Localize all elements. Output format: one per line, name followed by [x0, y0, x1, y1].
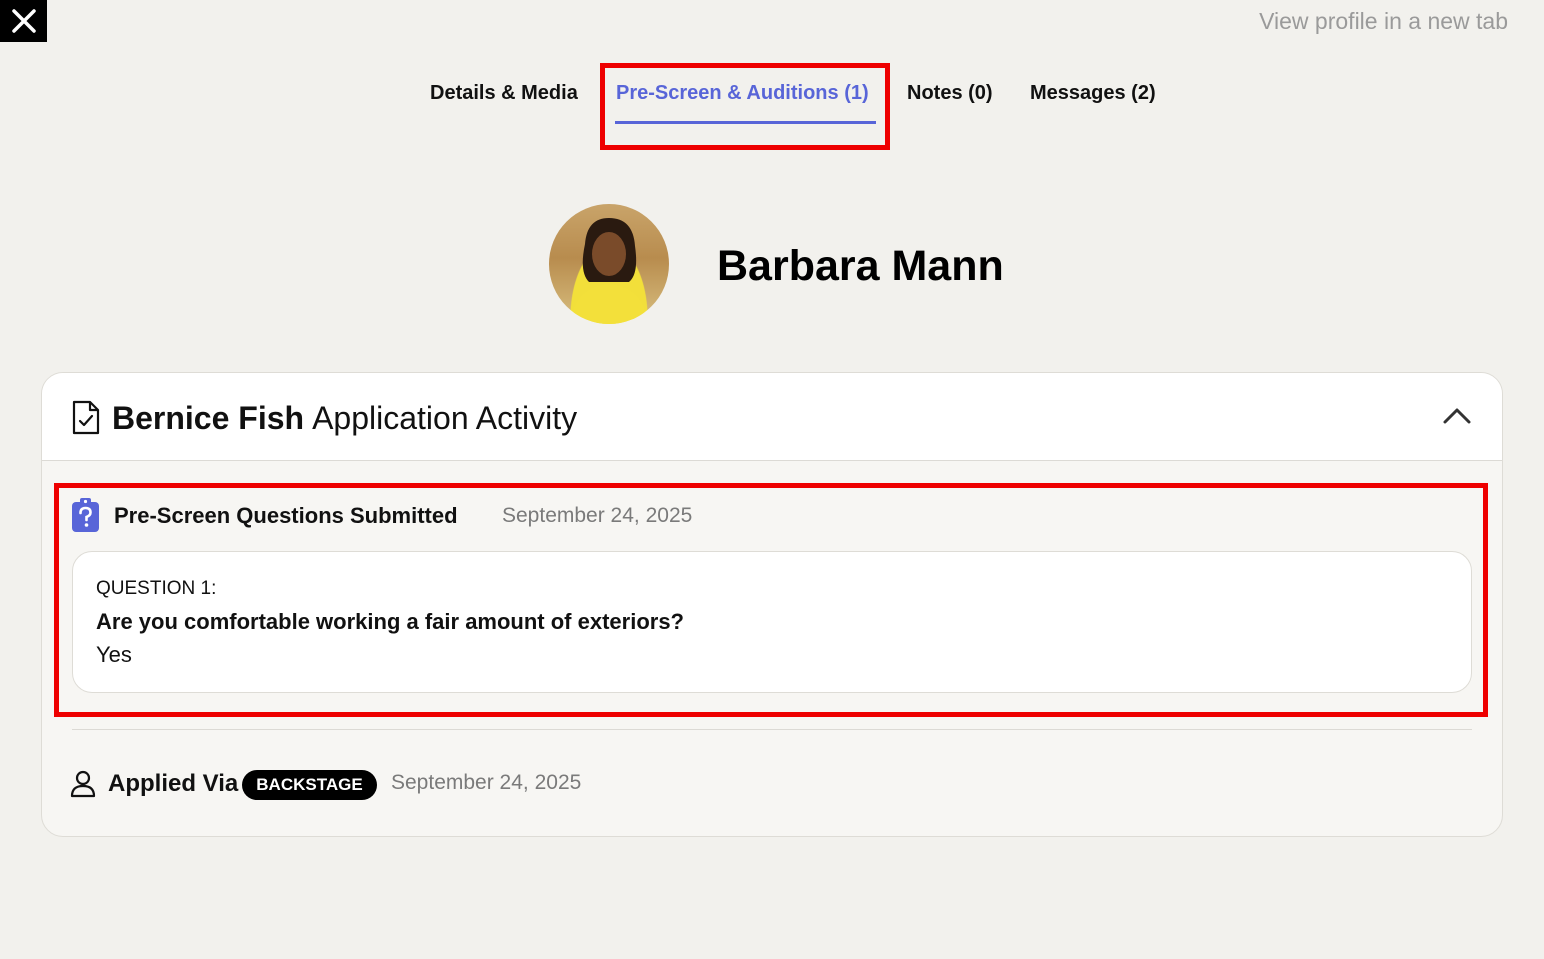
- close-button[interactable]: [0, 0, 47, 42]
- question-text: Are you comfortable working a fair amoun…: [96, 609, 684, 634]
- source-badge: BACKSTAGE: [242, 770, 377, 800]
- divider: [72, 729, 1472, 730]
- applied-date: September 24, 2025: [391, 771, 582, 794]
- applied-via-label: Applied Via: [108, 770, 239, 797]
- view-profile-link[interactable]: View profile in a new tab: [1259, 8, 1508, 35]
- close-icon: [11, 9, 36, 33]
- question-card: QUESTION 1: Are you comfortable working …: [72, 551, 1472, 693]
- question-label: QUESTION 1:: [96, 578, 217, 599]
- person-icon: [70, 770, 96, 798]
- prescreen-title: Pre-Screen Questions Submitted: [114, 503, 458, 528]
- tab-highlight-box: [600, 63, 890, 150]
- profile-name: Barbara Mann: [717, 242, 1004, 290]
- document-check-icon: [72, 400, 100, 435]
- chevron-up-icon[interactable]: [1442, 405, 1472, 425]
- avatar: [549, 204, 669, 324]
- clipboard-question-icon: [72, 498, 99, 532]
- card-subtitle: Application Activity: [312, 400, 578, 436]
- card-title: Bernice Fish Application Activity: [112, 400, 577, 437]
- card-header[interactable]: Bernice Fish Application Activity: [42, 373, 1502, 461]
- applicant-name: Bernice Fish: [112, 400, 305, 436]
- tab-details-media[interactable]: Details & Media: [430, 82, 578, 105]
- prescreen-date: September 24, 2025: [502, 504, 693, 527]
- tab-messages[interactable]: Messages (2): [1030, 82, 1156, 105]
- question-answer: Yes: [96, 642, 132, 667]
- tab-notes[interactable]: Notes (0): [907, 82, 993, 105]
